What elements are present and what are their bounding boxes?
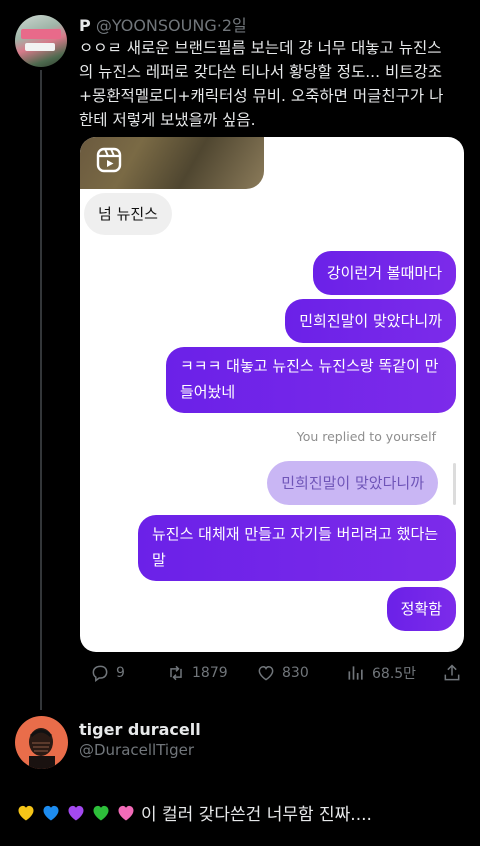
avatar-image-detail bbox=[29, 728, 55, 769]
reels-icon bbox=[96, 147, 122, 173]
like-icon bbox=[258, 665, 274, 681]
yellow-heart-icon bbox=[18, 805, 34, 820]
avatar-image-detail bbox=[21, 29, 61, 39]
blue-heart-icon bbox=[43, 805, 59, 820]
reply-indicator-bar bbox=[453, 463, 456, 505]
share-button[interactable] bbox=[442, 660, 462, 686]
tweet-text: ㅇㅇㄹ 새로운 브랜드필름 보는데 걍 너무 대놓고 뉴진스 의 뉴진스 레퍼로… bbox=[79, 36, 469, 132]
tweet-header: P @YOONSOUNG·2일 bbox=[79, 12, 247, 36]
outgoing-message: ㅋㅋㅋ 대놓고 뉴진스 뉴진스랑 똑같이 만들어놨네 bbox=[166, 347, 456, 413]
outgoing-message: 민희진말이 맞았다니까 bbox=[285, 299, 456, 343]
tweet-action-bar: 9 1879 830 68.5만 bbox=[80, 660, 465, 686]
views-icon bbox=[348, 666, 363, 680]
views-button[interactable]: 68.5만 bbox=[346, 660, 416, 686]
retweet-button[interactable]: 1879 bbox=[166, 660, 228, 686]
reply-icon bbox=[92, 665, 108, 682]
tweet-text-line: +몽환적멜로디+캐릭터성 뮤비. 오죽하면 머글친구가 나 bbox=[79, 87, 444, 105]
outgoing-message: 정확함 bbox=[386, 587, 456, 631]
author-avatar[interactable] bbox=[15, 15, 67, 67]
view-count: 68.5만 bbox=[372, 666, 417, 682]
tweet-time[interactable]: 2일 bbox=[222, 16, 247, 35]
reply-author-avatar[interactable] bbox=[15, 716, 68, 769]
incoming-message: 넘 뉴진스 bbox=[84, 193, 172, 235]
author-name[interactable]: P bbox=[79, 16, 91, 35]
like-count: 830 bbox=[282, 665, 309, 681]
tweet-text-line: 의 뉴진스 레퍼로 갖다쓴 티나서 황당할 정도... 비트강조 bbox=[79, 63, 442, 81]
replied-to-yourself-label: You replied to yourself bbox=[296, 429, 436, 444]
author-handle[interactable]: @YOONSOUNG bbox=[96, 16, 217, 35]
tweet-text-line: ㅇㅇㄹ 새로운 브랜드필름 보는데 걍 너무 대놓고 뉴진스 bbox=[79, 39, 442, 57]
reply-header: tiger duracell @DuracellTiger bbox=[79, 720, 201, 759]
shared-reel-thumbnail bbox=[80, 137, 264, 189]
reply-author-handle[interactable]: @DuracellTiger bbox=[79, 741, 201, 759]
reply-text-body: 이 컬러 갖다쓴건 너무함 진짜.... bbox=[141, 805, 372, 825]
quoted-reply-message: 민희진말이 맞았다니까 bbox=[267, 461, 438, 505]
green-heart-icon bbox=[93, 805, 109, 820]
reply-button[interactable]: 9 bbox=[90, 660, 125, 686]
tweet-text-line: 한테 저렇게 보냈을까 싶음. bbox=[79, 111, 256, 129]
reply-count: 9 bbox=[116, 665, 125, 681]
share-icon bbox=[444, 664, 460, 681]
purple-heart-icon bbox=[68, 805, 84, 820]
like-button[interactable]: 830 bbox=[256, 660, 309, 686]
pink-heart-icon bbox=[118, 805, 134, 820]
outgoing-message: 뉴진스 대체재 만들고 자기들 버리려고 했다는말 bbox=[138, 515, 456, 581]
retweet-icon bbox=[170, 665, 182, 681]
thread-connector-line bbox=[40, 70, 42, 710]
attached-image[interactable]: 넘 뉴진스 강이런거 볼때마다 민희진말이 맞았다니까 ㅋㅋㅋ 대놓고 뉴진스 … bbox=[80, 137, 464, 652]
retweet-count: 1879 bbox=[192, 665, 228, 681]
outgoing-message: 강이런거 볼때마다 bbox=[312, 251, 456, 295]
reply-author-name[interactable]: tiger duracell bbox=[79, 720, 201, 739]
avatar-image-detail bbox=[25, 43, 55, 51]
reply-text: 이 컬러 갖다쓴건 너무함 진짜.... bbox=[16, 800, 372, 825]
